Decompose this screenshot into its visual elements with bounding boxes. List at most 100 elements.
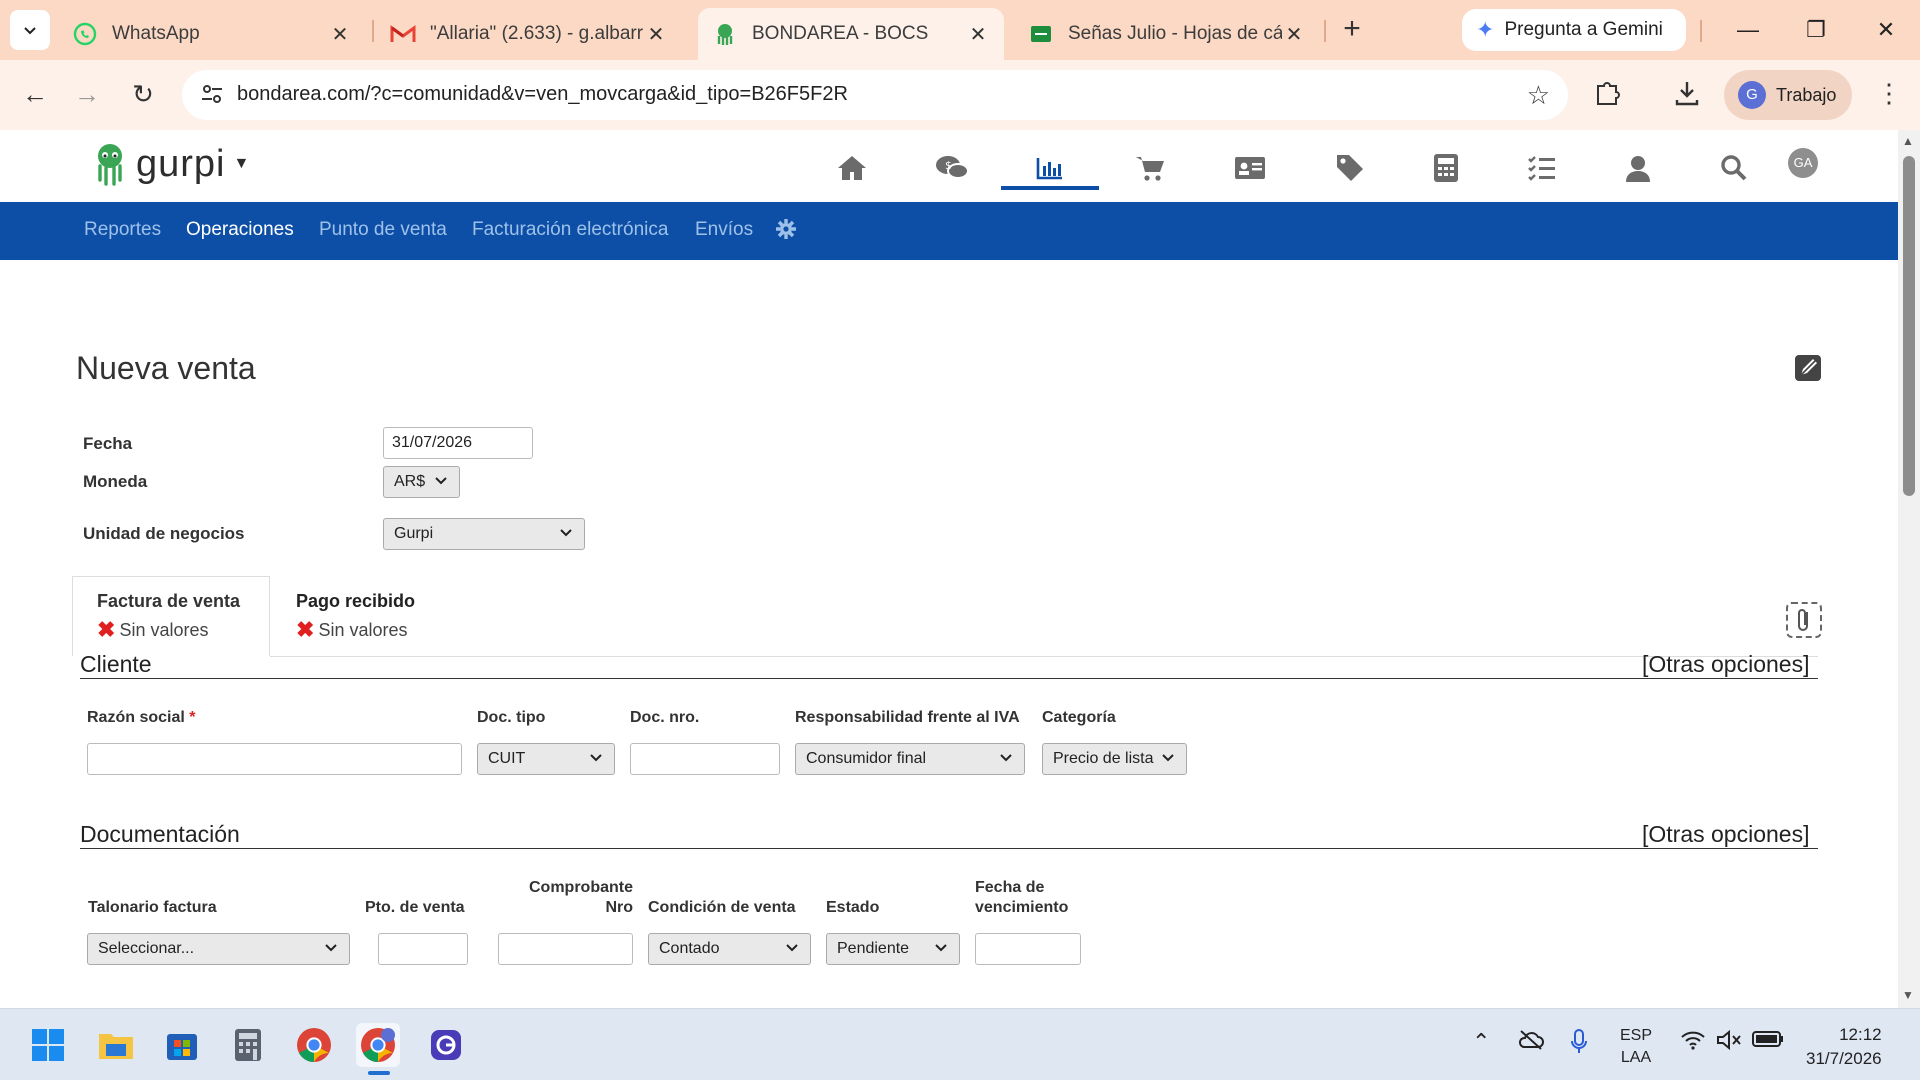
forward-button[interactable]: → (70, 78, 104, 112)
restore-window-button[interactable]: ❐ (1796, 12, 1836, 48)
calculator-icon[interactable] (1426, 148, 1466, 188)
unidad-negocios-label: Unidad de negocios (83, 524, 245, 543)
windows-start-icon[interactable] (26, 1023, 70, 1067)
tab-pago-recibido-title[interactable]: Pago recibido (296, 591, 415, 612)
close-tab-icon[interactable]: ✕ (644, 22, 668, 47)
scroll-down-icon[interactable]: ▼ (1902, 988, 1914, 1002)
condicion-venta-select[interactable]: Contado (648, 933, 811, 965)
user-avatar[interactable]: GA (1788, 148, 1818, 178)
tab-title: WhatsApp (112, 23, 200, 44)
moneda-label: Moneda (83, 472, 148, 491)
tag-icon[interactable] (1330, 148, 1370, 188)
attachment-button[interactable] (1786, 602, 1822, 638)
subnav-operaciones[interactable]: Operaciones (186, 219, 294, 241)
chrome-icon[interactable] (292, 1023, 336, 1067)
gemini-button[interactable]: ✦ Pregunta a Gemini (1462, 9, 1686, 51)
gear-icon[interactable] (775, 218, 797, 240)
tab-separator (1324, 20, 1326, 42)
subnav-facturacion-electronica[interactable]: Facturación electrónica (472, 219, 668, 241)
tab-factura-title[interactable]: Factura de venta (97, 591, 240, 612)
razon-social-input[interactable] (87, 743, 462, 775)
unidad-negocios-value: Gurpi (394, 525, 434, 542)
back-button[interactable]: ← (18, 78, 52, 112)
unidad-negocios-select[interactable]: Gurpi (383, 518, 585, 550)
calculator-app-icon[interactable] (226, 1023, 270, 1067)
tab-factura-de-venta[interactable] (72, 576, 270, 656)
subnav-envios[interactable]: Envíos (695, 219, 753, 241)
edit-pen-icon[interactable] (1795, 355, 1821, 381)
minimize-window-button[interactable]: — (1728, 12, 1768, 48)
page-scrollbar[interactable]: ▲ ▼ (1898, 130, 1920, 1008)
chrome-profile-icon[interactable] (356, 1023, 400, 1067)
subnav-punto-de-venta[interactable]: Punto de venta (319, 219, 447, 241)
gurpi-app-icon[interactable] (424, 1023, 468, 1067)
scroll-up-icon[interactable]: ▲ (1902, 134, 1914, 148)
extensions-icon[interactable] (1592, 78, 1628, 114)
home-icon[interactable] (832, 148, 872, 188)
tray-chevron-up-icon[interactable]: ⌃ (1472, 1029, 1490, 1055)
talonario-select[interactable]: Seleccionar... (87, 933, 350, 965)
chart-icon[interactable] (1030, 148, 1070, 188)
id-card-icon[interactable] (1230, 148, 1270, 188)
close-window-button[interactable]: ✕ (1866, 12, 1906, 48)
cloud-offline-icon[interactable] (1518, 1029, 1544, 1057)
downloads-icon[interactable] (1672, 78, 1708, 114)
system-clock[interactable]: 12:12 31/7/2026 (1806, 1023, 1882, 1071)
subnav-reportes[interactable]: Reportes (84, 219, 161, 241)
profile-avatar: G (1738, 81, 1766, 109)
tab-bondarea[interactable]: BONDAREA - BOCS ✕ (698, 8, 1004, 60)
section-divider (80, 848, 1818, 849)
tab-factura-status-text: Sin valores (119, 619, 209, 640)
page-title: Nueva venta (76, 350, 256, 386)
pto-venta-input[interactable] (378, 933, 468, 965)
gurpi-logo[interactable]: gurpi ▼ (92, 142, 249, 186)
clock-date: 31/7/2026 (1806, 1049, 1882, 1068)
doc-nro-input[interactable] (630, 743, 780, 775)
close-tab-icon[interactable]: ✕ (328, 22, 352, 47)
profile-button[interactable]: G Trabajo (1724, 70, 1852, 120)
clock-time: 12:12 (1839, 1025, 1882, 1044)
volume-muted-icon[interactable] (1716, 1029, 1742, 1057)
close-tab-icon[interactable]: ✕ (1282, 22, 1306, 47)
battery-icon[interactable] (1752, 1029, 1784, 1055)
doc-tipo-select[interactable]: CUIT (477, 743, 615, 775)
new-tab-button[interactable]: + (1334, 12, 1370, 48)
bookmark-star-icon[interactable]: ☆ (1527, 80, 1550, 111)
iva-select[interactable]: Consumidor final (795, 743, 1025, 775)
language-indicator[interactable]: ESP LAA (1620, 1025, 1652, 1069)
browser-menu-icon[interactable]: ⋮ (1876, 78, 1902, 109)
tab-whatsapp[interactable]: WhatsApp ✕ (58, 8, 366, 60)
wifi-icon[interactable] (1680, 1029, 1706, 1057)
categoria-select[interactable]: Precio de lista (1042, 743, 1187, 775)
browser-toolbar: ← → ↻ bondarea.com/?c=comunidad&v=ven_mo… (0, 60, 1920, 130)
search-icon[interactable] (1714, 148, 1754, 188)
checklist-icon[interactable] (1522, 148, 1562, 188)
iva-value: Consumidor final (806, 750, 927, 767)
comprobante-nro-input[interactable] (498, 933, 633, 965)
cliente-otras-opciones-link[interactable]: [Otras opciones] (1642, 651, 1809, 678)
tab-separator (372, 20, 374, 42)
chat-icon[interactable]: $ (932, 148, 972, 188)
comprobante-label-line1: Comprobante (529, 879, 633, 896)
fecha-vencimiento-input[interactable] (975, 933, 1081, 965)
sub-navigation: Reportes Operaciones Punto de venta Fact… (0, 202, 1898, 260)
tab-sheets[interactable]: Señas Julio - Hojas de cálc ✕ (1014, 8, 1320, 60)
estado-select[interactable]: Pendiente (826, 933, 960, 965)
scrollbar-thumb[interactable] (1903, 156, 1915, 496)
moneda-select[interactable]: AR$ (383, 466, 460, 498)
close-tab-icon[interactable]: ✕ (966, 22, 990, 47)
reload-button[interactable]: ↻ (126, 78, 160, 112)
file-explorer-icon[interactable] (94, 1023, 138, 1067)
microphone-icon[interactable] (1570, 1029, 1588, 1061)
cart-icon[interactable] (1130, 148, 1170, 188)
documentacion-otras-opciones-link[interactable]: [Otras opciones] (1642, 821, 1809, 848)
active-nav-indicator (1001, 186, 1099, 190)
user-icon[interactable] (1618, 148, 1658, 188)
microsoft-store-icon[interactable] (160, 1023, 204, 1067)
address-bar[interactable]: bondarea.com/?c=comunidad&v=ven_movcarga… (182, 70, 1568, 120)
tab-gmail[interactable]: "Allaria" (2.633) - g.albarra ✕ (376, 8, 682, 60)
fecha-input[interactable] (383, 427, 533, 459)
tab-search-button[interactable] (10, 10, 50, 50)
site-info-icon[interactable] (198, 80, 228, 110)
razon-social-label: Razón social * (87, 708, 196, 728)
